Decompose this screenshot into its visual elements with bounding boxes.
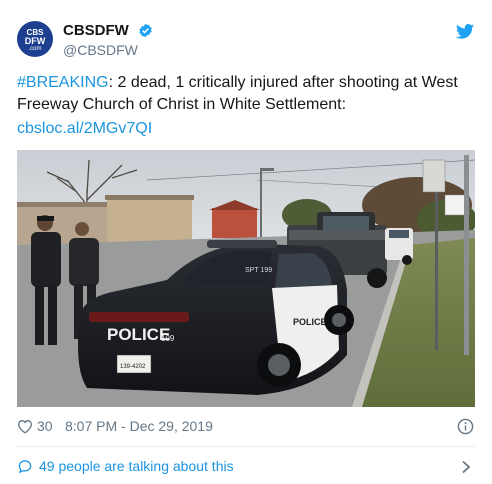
conversation-link[interactable]: 49 people are talking about this	[17, 456, 475, 478]
like-count[interactable]: 30	[37, 418, 53, 434]
speech-bubble-icon	[18, 460, 32, 474]
article-link[interactable]: cbsloc.al/2MGv7QI	[17, 118, 152, 140]
car-unit-number: 199	[161, 334, 175, 343]
street-sign	[422, 159, 446, 193]
display-name[interactable]: CBSDFW	[63, 22, 129, 39]
avatar[interactable]: CBS DFW .com	[17, 21, 53, 57]
hashtag-link[interactable]: #BREAKING	[17, 74, 109, 91]
verified-badge-icon	[139, 23, 152, 38]
conversation-label[interactable]: 49 people are talking about this	[39, 458, 234, 474]
heart-icon[interactable]	[17, 419, 33, 434]
church-building	[107, 198, 192, 243]
info-icon[interactable]	[457, 418, 474, 435]
tweet-photo[interactable]: POLICE 199 POLICE SPT 199 139-4202	[17, 150, 475, 407]
timestamp[interactable]: 8:07 PM - Dec 29, 2019	[65, 418, 213, 434]
avatar-text-dfw: DFW	[24, 36, 46, 46]
door-police-text: POLICE	[293, 317, 327, 327]
divider	[17, 446, 475, 447]
car-front-text: SPT 199	[245, 267, 272, 274]
red-roof-building	[212, 208, 257, 238]
chevron-right-icon[interactable]	[461, 460, 471, 474]
twitter-bird-icon[interactable]	[456, 24, 474, 39]
avatar-text-com: .com	[28, 46, 42, 52]
embedded-tweet-card: CBS DFW .com CBSDFW @CBSDFW #BREAKING: 2…	[0, 0, 492, 484]
license-plate: 139-4202	[120, 364, 146, 370]
user-handle[interactable]: @CBSDFW	[63, 42, 138, 58]
tweet-text: #BREAKING: 2 dead, 1 critically injured …	[17, 72, 479, 116]
